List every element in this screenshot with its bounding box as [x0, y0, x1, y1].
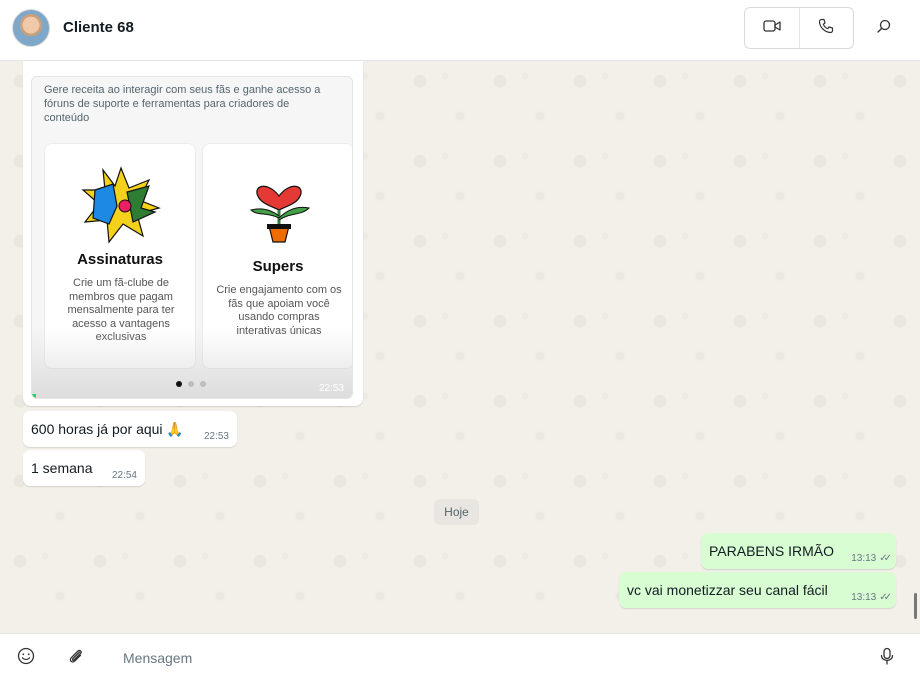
- scrollbar-thumb[interactable]: [914, 593, 917, 619]
- outgoing-message[interactable]: PARABENS IRMÃO 13:13 ✓✓: [701, 533, 896, 569]
- video-camera-icon: [763, 19, 781, 38]
- attach-button[interactable]: [65, 647, 87, 669]
- message-text: 600 horas já por aqui 🙏: [31, 421, 184, 437]
- microphone-icon: [879, 647, 895, 670]
- carousel-dot: [176, 381, 182, 387]
- subscriptions-illustration: [81, 166, 161, 244]
- message-time: 22:53: [203, 431, 229, 442]
- day-divider: Hoje: [434, 499, 479, 525]
- media-progress-indicator: [32, 394, 36, 398]
- emoji-button[interactable]: [15, 647, 37, 669]
- phone-icon: [818, 18, 834, 39]
- voice-message-button[interactable]: [876, 647, 898, 669]
- search-button[interactable]: [870, 14, 898, 42]
- message-composer: [0, 633, 920, 682]
- video-call-button[interactable]: [745, 8, 799, 48]
- message-text: vc vai monetizzar seu canal fácil: [627, 582, 828, 598]
- contact-name[interactable]: Cliente 68: [63, 19, 134, 36]
- supers-illustration: [250, 185, 311, 243]
- message-time-status: 13:13 ✓✓: [851, 592, 892, 603]
- search-icon: [876, 18, 892, 39]
- incoming-message[interactable]: 1 semana 22:54: [23, 450, 145, 486]
- promo-card-image[interactable]: Gere receita ao interagir com seus fãs e…: [31, 76, 353, 399]
- smiley-icon: [17, 647, 35, 670]
- chat-header: Cliente 68: [0, 0, 920, 61]
- card-shade: [32, 328, 352, 398]
- call-button-group: [744, 7, 854, 49]
- carousel-dot: [188, 381, 194, 387]
- paperclip-icon: [67, 647, 85, 670]
- message-time: 22:54: [111, 470, 137, 481]
- contact-avatar[interactable]: [12, 9, 50, 47]
- message-time: 22:53: [318, 383, 344, 394]
- double-check-icon: ✓✓: [879, 592, 892, 603]
- message-input[interactable]: [112, 643, 852, 673]
- incoming-message[interactable]: 600 horas já por aqui 🙏 22:53: [23, 411, 237, 447]
- message-text: 1 semana: [31, 460, 93, 476]
- promo-card-intro: Gere receita ao interagir com seus fãs e…: [44, 84, 321, 124]
- carousel-dot: [200, 381, 206, 387]
- message-text: PARABENS IRMÃO: [709, 543, 834, 559]
- message-time: 13:13: [851, 553, 877, 564]
- message-time-status: 13:13 ✓✓: [851, 553, 892, 564]
- supers-title: Supers: [252, 258, 304, 275]
- outgoing-message[interactable]: vc vai monetizzar seu canal fácil 13:13 ✓…: [619, 572, 896, 608]
- message-list[interactable]: Gere receita ao interagir com seus fãs e…: [0, 61, 920, 633]
- voice-call-button[interactable]: [798, 8, 854, 48]
- message-time: 13:13: [851, 592, 877, 603]
- subscriptions-title: Assinaturas: [77, 251, 163, 268]
- promo-card-message[interactable]: Gere receita ao interagir com seus fãs e…: [23, 61, 363, 406]
- carousel-dots: [176, 381, 206, 387]
- double-check-icon: ✓✓: [879, 553, 892, 564]
